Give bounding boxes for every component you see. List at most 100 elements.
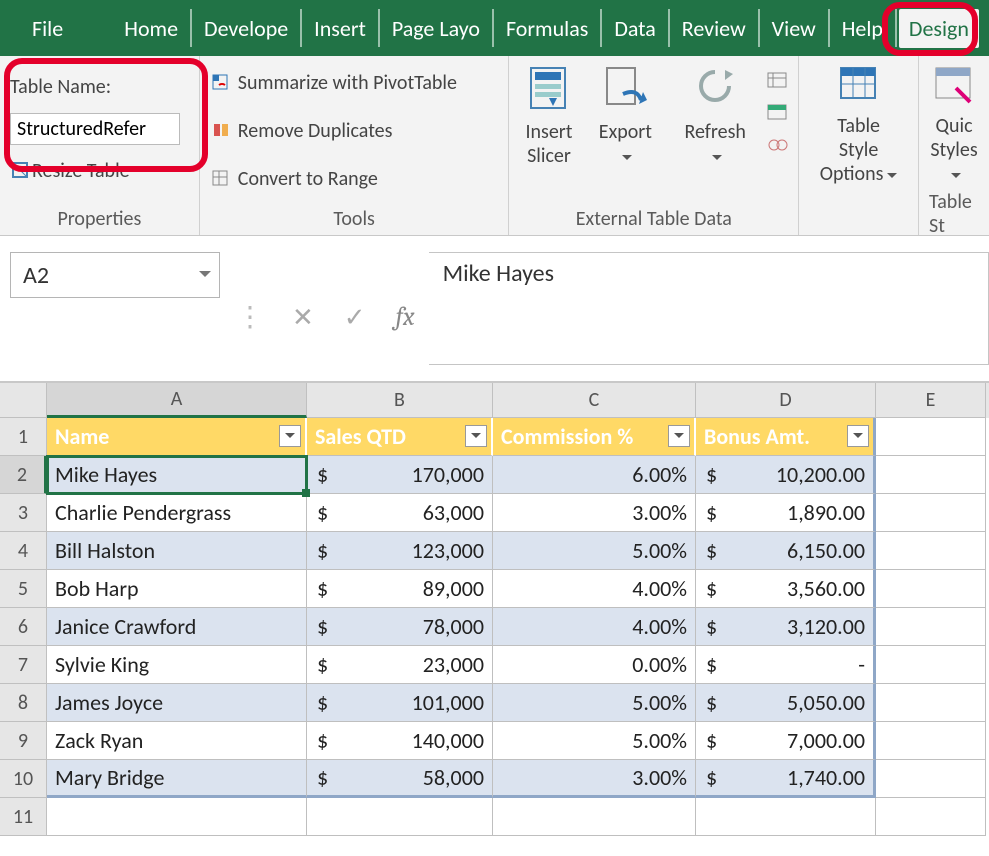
- quick-styles-button[interactable]: Quic Styles: [929, 64, 979, 186]
- cell-empty[interactable]: [876, 532, 986, 570]
- col-header-b[interactable]: B: [307, 383, 493, 418]
- cell-empty[interactable]: [876, 684, 986, 722]
- cell-empty[interactable]: [307, 798, 493, 836]
- col-header-e[interactable]: E: [876, 383, 986, 418]
- cell-empty[interactable]: [876, 608, 986, 646]
- cell-empty[interactable]: [876, 570, 986, 608]
- filter-dropdown-icon[interactable]: [465, 425, 487, 447]
- cell-empty[interactable]: [876, 494, 986, 532]
- tab-design[interactable]: Design: [899, 9, 979, 48]
- row-header[interactable]: 2: [0, 456, 47, 494]
- cell-sales[interactable]: $140,000: [307, 722, 493, 760]
- tab-insert[interactable]: Insert: [304, 15, 376, 42]
- cell-sales[interactable]: $23,000: [307, 646, 493, 684]
- cell-sales[interactable]: $101,000: [307, 684, 493, 722]
- col-header-d[interactable]: D: [696, 383, 876, 418]
- cell-commission[interactable]: 4.00%: [493, 608, 696, 646]
- tab-view[interactable]: View: [762, 15, 826, 42]
- cell-empty[interactable]: [696, 798, 876, 836]
- cell-name[interactable]: Mary Bridge: [47, 760, 307, 798]
- row-header[interactable]: 1: [0, 418, 47, 456]
- summarize-pivot-button[interactable]: Summarize with PivotTable: [210, 64, 499, 102]
- filter-dropdown-icon[interactable]: [279, 425, 301, 447]
- export-button[interactable]: Export: [582, 64, 668, 168]
- cell-sales[interactable]: $170,000: [307, 456, 493, 494]
- tab-page-layout[interactable]: Page Layo: [382, 15, 490, 42]
- cell-empty[interactable]: [876, 798, 986, 836]
- filter-dropdown-icon[interactable]: [847, 425, 869, 447]
- table-header-name[interactable]: Name: [47, 418, 307, 456]
- cell-bonus[interactable]: $3,560.00: [696, 570, 876, 608]
- tab-data[interactable]: Data: [604, 15, 666, 42]
- cell-name[interactable]: Sylvie King: [47, 646, 307, 684]
- tab-help[interactable]: Help: [832, 15, 893, 42]
- unlink-icon[interactable]: [766, 135, 792, 161]
- cell-commission[interactable]: 5.00%: [493, 684, 696, 722]
- cell-bonus[interactable]: $10,200.00: [696, 456, 876, 494]
- cell-empty[interactable]: [493, 798, 696, 836]
- select-all-corner[interactable]: [0, 383, 47, 418]
- cell-empty[interactable]: [876, 418, 986, 456]
- cell-commission[interactable]: 0.00%: [493, 646, 696, 684]
- convert-range-button[interactable]: Convert to Range: [210, 160, 499, 198]
- cell-commission[interactable]: 5.00%: [493, 722, 696, 760]
- table-header-bonus[interactable]: Bonus Amt.: [696, 418, 876, 456]
- resize-table-button[interactable]: Resize Table: [10, 152, 189, 190]
- cell-sales[interactable]: $63,000: [307, 494, 493, 532]
- remove-duplicates-button[interactable]: Remove Duplicates: [210, 112, 499, 150]
- cell-bonus[interactable]: $5,050.00: [696, 684, 876, 722]
- insert-slicer-button[interactable]: Insert Slicer: [515, 64, 582, 168]
- cell-sales[interactable]: $78,000: [307, 608, 493, 646]
- col-header-c[interactable]: C: [493, 383, 696, 418]
- cell-name[interactable]: Charlie Pendergrass: [47, 494, 307, 532]
- name-box[interactable]: A2: [10, 252, 220, 298]
- row-header[interactable]: 8: [0, 684, 47, 722]
- properties-icon[interactable]: [766, 71, 792, 97]
- tab-review[interactable]: Review: [672, 15, 756, 42]
- col-header-a[interactable]: A: [47, 383, 307, 418]
- cell-sales[interactable]: $58,000: [307, 760, 493, 798]
- row-header[interactable]: 11: [0, 798, 47, 836]
- enter-icon[interactable]: ✓: [344, 301, 366, 333]
- cell-name[interactable]: James Joyce: [47, 684, 307, 722]
- cell-commission[interactable]: 3.00%: [493, 494, 696, 532]
- cell-bonus[interactable]: $7,000.00: [696, 722, 876, 760]
- tab-developer[interactable]: Develope: [194, 15, 298, 42]
- cell-name[interactable]: Janice Crawford: [47, 608, 307, 646]
- cell-commission[interactable]: 3.00%: [493, 760, 696, 798]
- cell-bonus[interactable]: $1,890.00: [696, 494, 876, 532]
- row-header[interactable]: 3: [0, 494, 47, 532]
- cell-empty[interactable]: [876, 760, 986, 798]
- row-header[interactable]: 7: [0, 646, 47, 684]
- cell-bonus[interactable]: $1,740.00: [696, 760, 876, 798]
- cancel-icon[interactable]: ✕: [292, 301, 314, 333]
- row-header[interactable]: 9: [0, 722, 47, 760]
- cell-name[interactable]: Bob Harp: [47, 570, 307, 608]
- cell-commission[interactable]: 4.00%: [493, 570, 696, 608]
- open-browser-icon[interactable]: [766, 103, 792, 129]
- tab-home[interactable]: Home: [114, 15, 188, 42]
- cell-commission[interactable]: 5.00%: [493, 532, 696, 570]
- tab-formulas[interactable]: Formulas: [496, 15, 598, 42]
- cell-empty[interactable]: [876, 646, 986, 684]
- row-header[interactable]: 4: [0, 532, 47, 570]
- cell-name[interactable]: Zack Ryan: [47, 722, 307, 760]
- cell-bonus[interactable]: $6,150.00: [696, 532, 876, 570]
- cell-name[interactable]: Mike Hayes: [47, 456, 307, 494]
- cell-sales[interactable]: $89,000: [307, 570, 493, 608]
- table-style-options-button[interactable]: Table Style Options: [809, 64, 908, 186]
- table-header-sales[interactable]: Sales QTD: [307, 418, 493, 456]
- cell-sales[interactable]: $123,000: [307, 532, 493, 570]
- fx-icon[interactable]: fx: [396, 302, 415, 332]
- refresh-button[interactable]: Refresh: [668, 64, 762, 168]
- row-header[interactable]: 5: [0, 570, 47, 608]
- tab-file[interactable]: File: [10, 15, 85, 42]
- filter-dropdown-icon[interactable]: [668, 425, 690, 447]
- cell-bonus[interactable]: $-: [696, 646, 876, 684]
- cell-bonus[interactable]: $3,120.00: [696, 608, 876, 646]
- cell-name[interactable]: Bill Halston: [47, 532, 307, 570]
- row-header[interactable]: 10: [0, 760, 47, 798]
- row-header[interactable]: 6: [0, 608, 47, 646]
- formula-input[interactable]: Mike Hayes: [429, 252, 989, 365]
- cell-commission[interactable]: 6.00%: [493, 456, 696, 494]
